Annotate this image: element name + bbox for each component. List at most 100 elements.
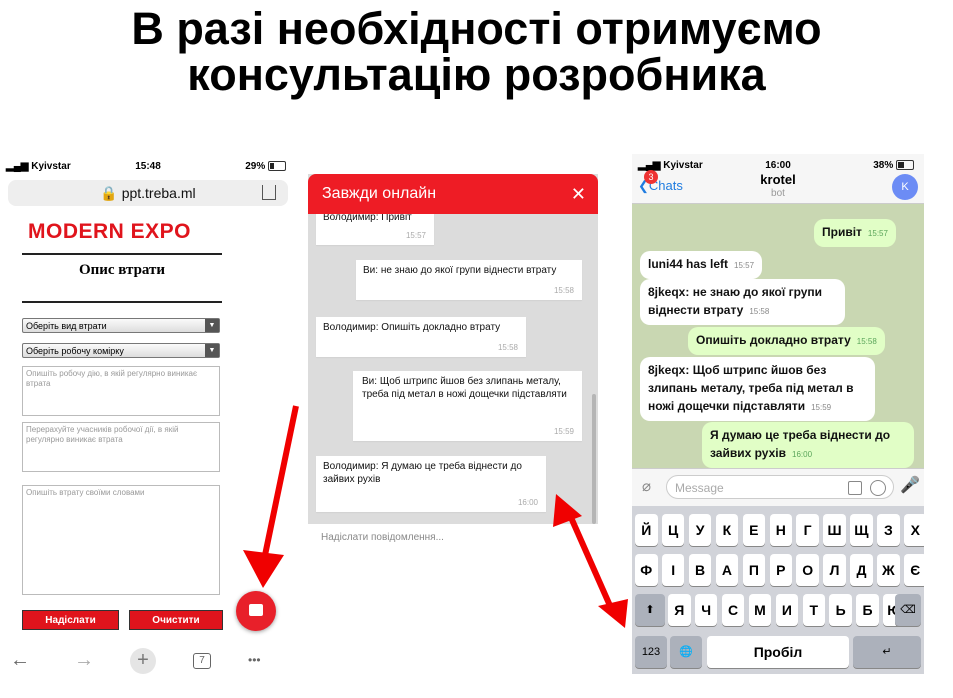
key-1[interactable]: І (661, 554, 685, 586)
message-time: 15:59 (553, 427, 574, 436)
key-4[interactable]: Е (742, 514, 766, 546)
message-input[interactable]: Надіслати повідомлення... (308, 524, 598, 552)
title-line-1: В разі необхідності отримуємо (131, 3, 822, 54)
modern-expo-logo: MODERN EXPO (28, 220, 192, 243)
tabs-count-icon[interactable]: 7 (193, 653, 211, 669)
chat-status: bot (771, 188, 785, 199)
message-out: Я думаю це треба віднести до зайвих рухі… (702, 422, 914, 468)
form-phone-screenshot: ▂▄▆ Kyivstar 15:48 29% 🔒 ppt.treba.ml MO… (0, 155, 296, 685)
message-time: 15:58 (497, 343, 518, 352)
sticker-icon[interactable] (848, 481, 862, 495)
battery-percent: 29% (245, 161, 266, 172)
composer: ⌀ Message 🎤 (632, 468, 924, 507)
shift-key[interactable]: ⬆ (635, 594, 665, 626)
return-key[interactable]: ↵ (853, 636, 921, 668)
key-0[interactable]: Й (635, 514, 658, 546)
loss-description-field[interactable]: Опишіть втрату своїми словами (22, 485, 220, 595)
space-key[interactable]: Пробіл (707, 636, 849, 668)
key-7[interactable]: Б (856, 594, 879, 626)
key-0[interactable]: Ф (635, 554, 658, 586)
key-8[interactable]: Д (850, 554, 873, 586)
dropdown-arrow-icon: ▼ (205, 344, 219, 357)
chat-header-title: Завжди онлайн (322, 185, 437, 202)
numbers-key[interactable]: 123 (635, 636, 667, 668)
keyboard: ЙЦУКЕНГШЩЗХФІВАПРОЛДЖЄ⬆ЯЧСМИТЬБЮ⌫123🌐Про… (632, 506, 924, 674)
status-bar: ▂▄▆ Kyivstar 15:48 29% (0, 155, 296, 177)
key-1[interactable]: Ч (694, 594, 718, 626)
close-icon[interactable]: ✕ (571, 174, 586, 214)
message-time: 16:00 (517, 498, 538, 507)
battery-icon (268, 161, 286, 172)
key-3[interactable]: М (748, 594, 772, 626)
divider (22, 301, 222, 303)
microphone-icon[interactable]: 🎤 (900, 475, 920, 495)
chat-header: Завжди онлайн (308, 174, 598, 214)
key-3[interactable]: А (715, 554, 739, 586)
dropdown-arrow-icon: ▼ (205, 319, 219, 332)
key-8[interactable]: Щ (850, 514, 873, 546)
more-menu-icon[interactable]: ••• (248, 648, 261, 672)
lock-icon: 🔒 (100, 185, 118, 201)
message-in: 8jkeqx: Щоб штрипс йшов без злипань мета… (640, 357, 875, 421)
form-heading: Опис втрати (78, 262, 166, 278)
message-time: 15:57 (405, 231, 426, 240)
key-7[interactable]: Ш (823, 514, 846, 546)
telegram-header: ▂▄▆ Kyivstar 16:00 38% ❮Chats 3 krotel b… (632, 154, 924, 204)
workcell-select[interactable]: Оберіть робочу комірку ▼ (22, 343, 220, 358)
submit-button[interactable]: Надіслати (22, 610, 119, 630)
chat-message: Володимир: Я думаю це треба віднести до … (323, 461, 522, 485)
loss-type-select[interactable]: Оберіть вид втрати ▼ (22, 318, 220, 333)
message-in: luni44 has left 15:57 (640, 251, 763, 279)
key-5[interactable]: Т (802, 594, 825, 626)
chat-icon (249, 604, 263, 616)
key-7[interactable]: Л (823, 554, 846, 586)
key-1[interactable]: Ц (661, 514, 685, 546)
battery-percent: 38% (873, 160, 894, 171)
clear-button[interactable]: Очистити (129, 610, 223, 630)
chat-button[interactable] (236, 591, 276, 631)
key-2[interactable]: В (688, 554, 712, 586)
chat-message: Володимир: Опишіть докладно втрату (323, 322, 501, 333)
key-4[interactable]: И (775, 594, 799, 626)
message-in: 8jkeqx: не знаю до якої групи віднести в… (640, 279, 845, 325)
message-time: 15:58 (553, 286, 574, 295)
key-10[interactable]: Є (904, 554, 924, 586)
delete-key[interactable]: ⌫ (895, 594, 921, 626)
scrollbar[interactable] (592, 394, 596, 524)
url-text: ppt.treba.ml (121, 185, 196, 201)
key-2[interactable]: У (688, 514, 712, 546)
forward-arrow-icon[interactable]: → (74, 648, 94, 672)
back-arrow-icon[interactable]: ← (10, 648, 30, 672)
key-9[interactable]: Ж (877, 554, 900, 586)
key-5[interactable]: Р (769, 554, 792, 586)
url-bar[interactable]: 🔒 ppt.treba.ml (8, 180, 288, 206)
chat-widget-screenshot: Володимир: Привіт 15:57 Ви: не знаю до як… (308, 174, 598, 552)
title-line-2: консультацію розробника (187, 49, 766, 100)
battery-icon (896, 160, 914, 171)
message-out: Опишіть докладно втрату 15:58 (688, 327, 885, 355)
paperclip-icon[interactable]: ⌀ (642, 477, 651, 495)
action-description-field[interactable]: Опишіть робочу дію, в якій регулярно вин… (22, 366, 220, 416)
share-icon[interactable] (262, 185, 276, 200)
message-out: Привіт 15:57 (814, 219, 896, 247)
participants-field[interactable]: Перерахуйте учасників робочої дії, в які… (22, 422, 220, 472)
key-0[interactable]: Я (668, 594, 691, 626)
key-5[interactable]: Н (769, 514, 792, 546)
chat-name: krotel (760, 172, 796, 187)
key-6[interactable]: Г (796, 514, 819, 546)
arrowhead (598, 599, 628, 628)
new-tab-plus-icon[interactable]: + (130, 648, 156, 674)
key-4[interactable]: П (742, 554, 766, 586)
key-6[interactable]: Ь (829, 594, 852, 626)
globe-key[interactable]: 🌐 (670, 636, 702, 668)
key-9[interactable]: З (877, 514, 900, 546)
key-6[interactable]: О (796, 554, 819, 586)
key-10[interactable]: Х (904, 514, 924, 546)
key-2[interactable]: С (721, 594, 745, 626)
telegram-screenshot: ▂▄▆ Kyivstar 16:00 38% ❮Chats 3 krotel b… (632, 154, 924, 674)
chat-message: Ви: Щоб штрипс йшов без злипань металу, … (362, 376, 567, 400)
clock-icon[interactable] (870, 480, 886, 496)
divider (22, 253, 222, 255)
avatar[interactable]: K (892, 174, 918, 200)
key-3[interactable]: К (715, 514, 739, 546)
